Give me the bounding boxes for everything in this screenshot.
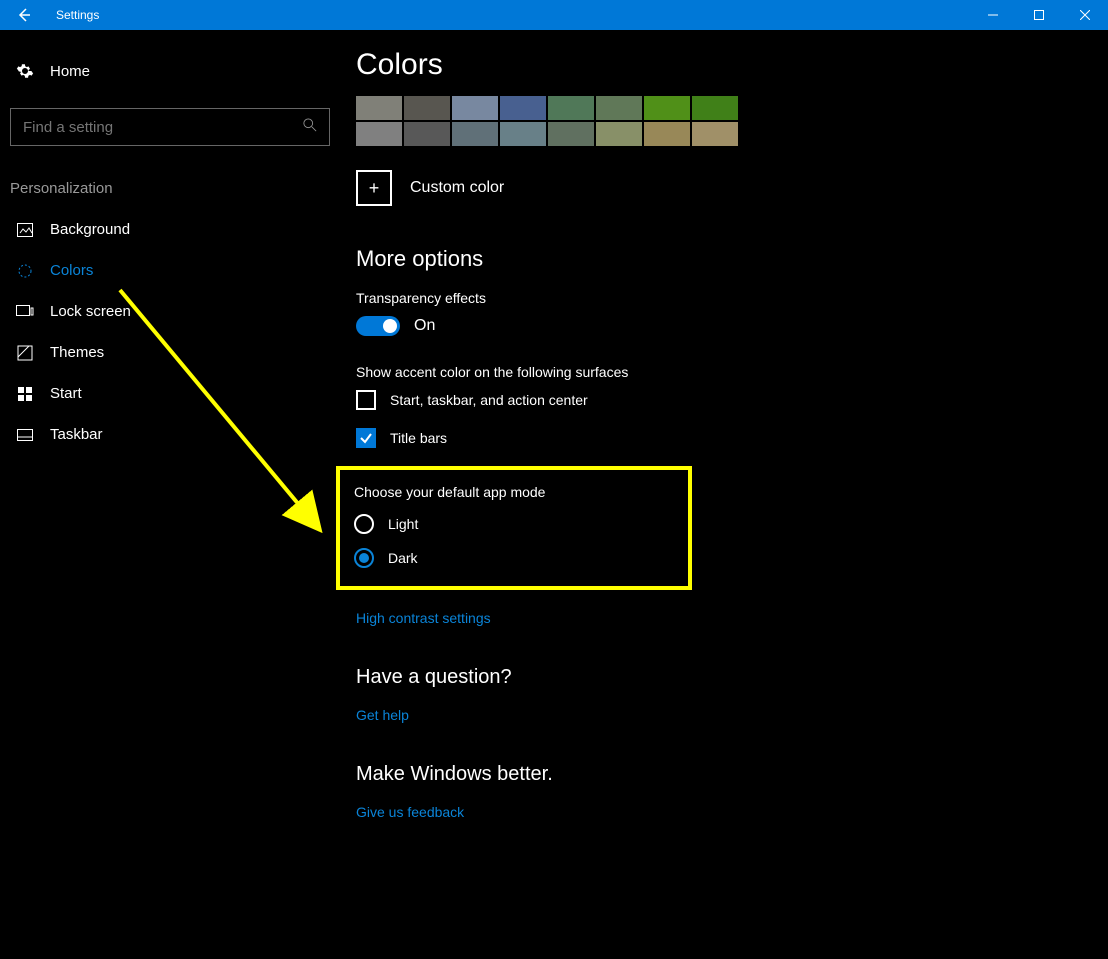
sidebar-item-label: Lock screen (50, 303, 131, 320)
sidebar-item-taskbar[interactable]: Taskbar (10, 414, 330, 455)
sidebar-item-lockscreen[interactable]: Lock screen (10, 291, 330, 332)
radio-light-label: Light (388, 516, 418, 532)
color-swatch[interactable] (452, 122, 498, 146)
window-controls (970, 0, 1108, 30)
color-swatch[interactable] (404, 96, 450, 120)
radio-dark[interactable] (354, 548, 374, 568)
maximize-button[interactable] (1016, 0, 1062, 30)
sidebar-item-colors[interactable]: Colors (10, 250, 330, 291)
transparency-toggle[interactable] (356, 316, 400, 336)
sidebar-item-label: Start (50, 385, 82, 402)
home-button[interactable]: Home (10, 54, 330, 88)
check-icon (359, 431, 373, 445)
lockscreen-icon (16, 305, 34, 319)
picture-icon (16, 223, 34, 237)
window-title: Settings (48, 8, 99, 22)
app-mode-label: Choose your default app mode (354, 484, 674, 500)
search-input[interactable] (23, 119, 303, 136)
taskbar-icon (16, 429, 34, 441)
get-help-link[interactable]: Get help (356, 707, 409, 723)
make-better-heading: Make Windows better. (356, 763, 1108, 786)
color-swatch[interactable] (644, 122, 690, 146)
color-swatch[interactable] (452, 96, 498, 120)
custom-color-row[interactable]: + Custom color (356, 170, 1108, 206)
plus-icon[interactable]: + (356, 170, 392, 206)
color-swatch[interactable] (548, 96, 594, 120)
sidebar-item-background[interactable]: Background (10, 209, 330, 250)
section-label: Personalization (10, 176, 330, 209)
checkbox-title-label: Title bars (390, 430, 447, 446)
sidebar-item-label: Background (50, 221, 130, 238)
color-swatch[interactable] (644, 96, 690, 120)
color-swatch[interactable] (356, 122, 402, 146)
palette-icon (16, 263, 34, 279)
maximize-icon (1034, 10, 1044, 20)
arrow-left-icon (16, 7, 32, 23)
home-label: Home (50, 63, 90, 80)
radio-dark-label: Dark (388, 550, 418, 566)
color-swatch[interactable] (692, 122, 738, 146)
minimize-icon (988, 10, 998, 20)
color-swatch[interactable] (500, 96, 546, 120)
color-swatch[interactable] (404, 122, 450, 146)
sidebar-item-themes[interactable]: Themes (10, 332, 330, 373)
themes-icon (16, 345, 34, 361)
feedback-link[interactable]: Give us feedback (356, 804, 464, 820)
titlebar-left: Settings (0, 0, 99, 30)
close-icon (1080, 10, 1090, 20)
page-title: Colors (356, 48, 1108, 82)
radio-dark-row[interactable]: Dark (354, 548, 674, 568)
search-box[interactable] (10, 108, 330, 146)
start-icon (16, 387, 34, 401)
sidebar-item-start[interactable]: Start (10, 373, 330, 414)
radio-light[interactable] (354, 514, 374, 534)
custom-color-label: Custom color (410, 179, 504, 197)
checkbox-start-label: Start, taskbar, and action center (390, 392, 588, 408)
color-swatch[interactable] (500, 122, 546, 146)
color-swatch-grid (356, 96, 1108, 146)
search-icon (303, 118, 317, 137)
transparency-label: Transparency effects (356, 290, 1108, 306)
sidebar-item-label: Taskbar (50, 426, 103, 443)
accent-surfaces-label: Show accent color on the following surfa… (356, 364, 1108, 380)
sidebar: Home Personalization Background Colors L… (0, 30, 340, 959)
checkbox-title-bars[interactable] (356, 428, 376, 448)
color-swatch[interactable] (356, 96, 402, 120)
gear-icon (16, 62, 34, 80)
color-swatch[interactable] (692, 96, 738, 120)
high-contrast-link[interactable]: High contrast settings (356, 610, 491, 626)
back-button[interactable] (0, 0, 48, 30)
radio-light-row[interactable]: Light (354, 514, 674, 534)
checkbox-start-taskbar[interactable] (356, 390, 376, 410)
main-content: Colors + Custom color More options Trans… (340, 30, 1108, 959)
sidebar-item-label: Colors (50, 262, 93, 279)
have-question-heading: Have a question? (356, 666, 1108, 689)
color-swatch[interactable] (596, 96, 642, 120)
annotation-highlight-box: Choose your default app mode Light Dark (336, 466, 692, 590)
color-swatch[interactable] (596, 122, 642, 146)
more-options-heading: More options (356, 246, 1108, 272)
transparency-state: On (414, 317, 435, 335)
close-button[interactable] (1062, 0, 1108, 30)
color-swatch[interactable] (548, 122, 594, 146)
minimize-button[interactable] (970, 0, 1016, 30)
titlebar: Settings (0, 0, 1108, 30)
sidebar-item-label: Themes (50, 344, 104, 361)
